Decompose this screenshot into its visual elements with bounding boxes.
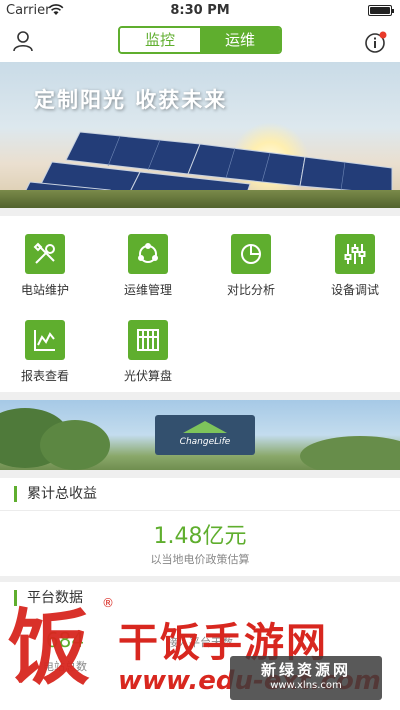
stat-caption: 电站总数 [43, 660, 87, 673]
logo-text: ChangeLife [179, 437, 231, 447]
abacus-icon [128, 320, 168, 360]
line-chart-icon [25, 320, 65, 360]
status-bar: Carrier 8:30 PM [0, 0, 400, 22]
menu-item-pv-calculator[interactable]: 光伏算盘 [103, 320, 193, 386]
promo-strip[interactable]: ChangeLife [0, 400, 400, 470]
menu-label: 电站维护 [20, 283, 69, 297]
stat-third [270, 628, 400, 634]
sliders-icon [335, 234, 375, 274]
revenue-note: 以当地电价政策估算 [150, 553, 250, 566]
revenue-title: 累计总收益 [14, 486, 97, 502]
nav-bar: 监控 运维 [0, 22, 400, 62]
revenue-value: 1.48亿元 [153, 524, 247, 549]
revenue-card: 累计总收益 1.48亿元 以当地电价政策估算 [0, 478, 400, 576]
tree-decoration [40, 420, 110, 470]
menu-label: 对比分析 [226, 283, 275, 297]
stat-caption: 接入平台天数 [167, 636, 233, 649]
feature-menu: 电站维护 运维管理 对比分析 设备调试 报表查看 光伏算盘 [0, 216, 400, 392]
menu-label: 运维管理 [123, 283, 172, 297]
menu-label: 设备调试 [330, 283, 379, 297]
battery-icon [368, 5, 394, 16]
tab-monitor[interactable]: 监控 [120, 28, 200, 52]
platform-title: 平台数据 [14, 590, 83, 606]
menu-item-ops-management[interactable]: 运维管理 [103, 234, 193, 300]
cycle-icon [128, 234, 168, 274]
divider [0, 510, 400, 511]
clock: 8:30 PM [170, 3, 230, 18]
stat-station-count: 684 电站总数 [0, 628, 130, 674]
banner-slogan: 定制阳光 收获未来 [34, 87, 228, 112]
tab-operations[interactable]: 运维 [200, 28, 280, 52]
notification-dot [379, 31, 387, 39]
pie-chart-icon [231, 234, 271, 274]
menu-item-comparison[interactable]: 对比分析 [206, 234, 296, 300]
menu-item-device-debug[interactable]: 设备调试 [310, 234, 400, 300]
changelife-logo: ChangeLife [155, 415, 255, 455]
user-icon[interactable] [12, 30, 34, 52]
menu-label: 光伏算盘 [123, 369, 172, 383]
field-ground [0, 190, 400, 208]
banner[interactable]: 定制阳光 收获未来 [0, 62, 400, 208]
menu-item-reports[interactable]: 报表查看 [0, 320, 90, 386]
menu-item-station-maintenance[interactable]: 电站维护 [0, 234, 90, 300]
tree-decoration [300, 436, 400, 470]
platform-card: 平台数据 684 电站总数 接入平台天数 [0, 582, 400, 710]
stat-value: 684 [45, 628, 85, 652]
stat-days-connected: 接入平台天数 [135, 628, 265, 650]
tools-icon [25, 234, 65, 274]
menu-label: 报表查看 [20, 369, 69, 383]
mode-switch: 监控 运维 [118, 26, 282, 54]
info-icon[interactable] [364, 30, 388, 54]
